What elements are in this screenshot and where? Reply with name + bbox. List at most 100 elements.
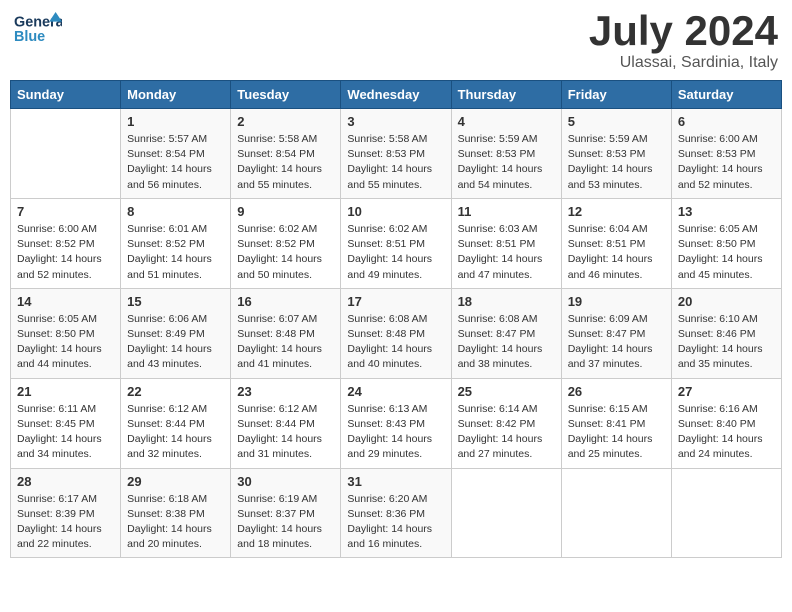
day-number: 4: [458, 114, 555, 129]
table-row: 5Sunrise: 5:59 AM Sunset: 8:53 PM Daylig…: [561, 109, 671, 199]
calendar-week-row: 7 Sunrise: 6:00 AM Sunset: 8:52 PM Daylig…: [11, 198, 782, 288]
day-detail: Sunrise: 6:05 AM Sunset: 8:50 PM Dayligh…: [678, 222, 775, 283]
day-detail: Sunrise: 6:19 AM Sunset: 8:37 PM Dayligh…: [237, 492, 334, 553]
day-number: 18: [458, 294, 555, 309]
calendar-table: Sunday Monday Tuesday Wednesday Thursday…: [10, 80, 782, 558]
day-detail: Sunrise: 6:02 AM Sunset: 8:52 PM Dayligh…: [237, 222, 334, 283]
day-number: 20: [678, 294, 775, 309]
table-row: 26 Sunrise: 6:15 AM Sunset: 8:41 PM Dayli…: [561, 378, 671, 468]
day-detail: Sunrise: 6:11 AM Sunset: 8:45 PM Dayligh…: [17, 402, 114, 463]
header-thursday: Thursday: [451, 81, 561, 109]
table-row: 25Sunrise: 6:14 AM Sunset: 8:42 PM Dayli…: [451, 378, 561, 468]
table-row: 10Sunrise: 6:02 AM Sunset: 8:51 PM Dayli…: [341, 198, 451, 288]
day-detail: Sunrise: 5:58 AM Sunset: 8:53 PM Dayligh…: [347, 132, 444, 193]
table-row: 15Sunrise: 6:06 AM Sunset: 8:49 PM Dayli…: [121, 288, 231, 378]
day-number: 9: [237, 204, 334, 219]
day-detail: Sunrise: 6:03 AM Sunset: 8:51 PM Dayligh…: [458, 222, 555, 283]
day-number: 3: [347, 114, 444, 129]
header-tuesday: Tuesday: [231, 81, 341, 109]
day-number: 2: [237, 114, 334, 129]
day-detail: Sunrise: 6:18 AM Sunset: 8:38 PM Dayligh…: [127, 492, 224, 553]
calendar-week-row: 14Sunrise: 6:05 AM Sunset: 8:50 PM Dayli…: [11, 288, 782, 378]
table-row: 16Sunrise: 6:07 AM Sunset: 8:48 PM Dayli…: [231, 288, 341, 378]
day-detail: Sunrise: 6:05 AM Sunset: 8:50 PM Dayligh…: [17, 312, 114, 373]
header-sunday: Sunday: [11, 81, 121, 109]
table-row: 8Sunrise: 6:01 AM Sunset: 8:52 PM Daylig…: [121, 198, 231, 288]
calendar-week-row: 28 Sunrise: 6:17 AM Sunset: 8:39 PM Dayli…: [11, 468, 782, 558]
day-number: 23: [237, 384, 334, 399]
title-block: July 2024 Ulassai, Sardinia, Italy: [589, 10, 778, 72]
table-row: 1 Sunrise: 5:57 AM Sunset: 8:54 PM Daylig…: [121, 109, 231, 199]
day-number: 30: [237, 474, 334, 489]
day-number: 17: [347, 294, 444, 309]
table-row: 21Sunrise: 6:11 AM Sunset: 8:45 PM Dayli…: [11, 378, 121, 468]
day-detail: Sunrise: 6:20 AM Sunset: 8:36 PM Dayligh…: [347, 492, 444, 553]
day-number: 19: [568, 294, 665, 309]
day-detail: Sunrise: 6:12 AM Sunset: 8:44 PM Dayligh…: [237, 402, 334, 463]
day-detail: Sunrise: 6:09 AM Sunset: 8:47 PM Dayligh…: [568, 312, 665, 373]
day-detail: Sunrise: 6:16 AM Sunset: 8:40 PM Dayligh…: [678, 402, 775, 463]
day-detail: Sunrise: 6:12 AM Sunset: 8:44 PM Dayligh…: [127, 402, 224, 463]
day-detail: Sunrise: 6:08 AM Sunset: 8:48 PM Dayligh…: [347, 312, 444, 373]
table-row: 12 Sunrise: 6:04 AM Sunset: 8:51 PM Dayli…: [561, 198, 671, 288]
day-number: 28: [17, 474, 114, 489]
table-row: 11 Sunrise: 6:03 AM Sunset: 8:51 PM Dayli…: [451, 198, 561, 288]
calendar-week-row: 1 Sunrise: 5:57 AM Sunset: 8:54 PM Daylig…: [11, 109, 782, 199]
table-row: [451, 468, 561, 558]
day-number: 1: [127, 114, 224, 129]
table-row: 4 Sunrise: 5:59 AM Sunset: 8:53 PM Daylig…: [451, 109, 561, 199]
table-row: 28 Sunrise: 6:17 AM Sunset: 8:39 PM Dayli…: [11, 468, 121, 558]
table-row: 9 Sunrise: 6:02 AM Sunset: 8:52 PM Daylig…: [231, 198, 341, 288]
day-detail: Sunrise: 6:06 AM Sunset: 8:49 PM Dayligh…: [127, 312, 224, 373]
day-detail: Sunrise: 6:07 AM Sunset: 8:48 PM Dayligh…: [237, 312, 334, 373]
day-number: 11: [458, 204, 555, 219]
day-detail: Sunrise: 6:15 AM Sunset: 8:41 PM Dayligh…: [568, 402, 665, 463]
table-row: [11, 109, 121, 199]
day-detail: Sunrise: 6:00 AM Sunset: 8:53 PM Dayligh…: [678, 132, 775, 193]
table-row: 7 Sunrise: 6:00 AM Sunset: 8:52 PM Daylig…: [11, 198, 121, 288]
calendar-week-row: 21Sunrise: 6:11 AM Sunset: 8:45 PM Dayli…: [11, 378, 782, 468]
table-row: [561, 468, 671, 558]
day-number: 6: [678, 114, 775, 129]
day-number: 13: [678, 204, 775, 219]
table-row: 22 Sunrise: 6:12 AM Sunset: 8:44 PM Dayli…: [121, 378, 231, 468]
day-detail: Sunrise: 6:00 AM Sunset: 8:52 PM Dayligh…: [17, 222, 114, 283]
day-number: 5: [568, 114, 665, 129]
table-row: 20 Sunrise: 6:10 AM Sunset: 8:46 PM Dayli…: [671, 288, 781, 378]
day-number: 7: [17, 204, 114, 219]
day-detail: Sunrise: 5:57 AM Sunset: 8:54 PM Dayligh…: [127, 132, 224, 193]
logo: General Blue: [14, 10, 62, 46]
day-detail: Sunrise: 6:10 AM Sunset: 8:46 PM Dayligh…: [678, 312, 775, 373]
day-number: 26: [568, 384, 665, 399]
day-detail: Sunrise: 5:58 AM Sunset: 8:54 PM Dayligh…: [237, 132, 334, 193]
page-header: General Blue July 2024 Ulassai, Sardinia…: [10, 10, 782, 72]
day-number: 31: [347, 474, 444, 489]
day-detail: Sunrise: 5:59 AM Sunset: 8:53 PM Dayligh…: [458, 132, 555, 193]
table-row: 6 Sunrise: 6:00 AM Sunset: 8:53 PM Daylig…: [671, 109, 781, 199]
table-row: 29 Sunrise: 6:18 AM Sunset: 8:38 PM Dayli…: [121, 468, 231, 558]
day-number: 12: [568, 204, 665, 219]
table-row: 24 Sunrise: 6:13 AM Sunset: 8:43 PM Dayli…: [341, 378, 451, 468]
day-detail: Sunrise: 6:02 AM Sunset: 8:51 PM Dayligh…: [347, 222, 444, 283]
day-number: 25: [458, 384, 555, 399]
day-number: 24: [347, 384, 444, 399]
table-row: 17 Sunrise: 6:08 AM Sunset: 8:48 PM Dayli…: [341, 288, 451, 378]
day-detail: Sunrise: 6:13 AM Sunset: 8:43 PM Dayligh…: [347, 402, 444, 463]
table-row: 13 Sunrise: 6:05 AM Sunset: 8:50 PM Dayli…: [671, 198, 781, 288]
calendar-subtitle: Ulassai, Sardinia, Italy: [589, 54, 778, 72]
header-saturday: Saturday: [671, 81, 781, 109]
day-detail: Sunrise: 6:04 AM Sunset: 8:51 PM Dayligh…: [568, 222, 665, 283]
svg-text:Blue: Blue: [14, 29, 45, 45]
day-number: 22: [127, 384, 224, 399]
calendar-header-row: Sunday Monday Tuesday Wednesday Thursday…: [11, 81, 782, 109]
header-wednesday: Wednesday: [341, 81, 451, 109]
table-row: 14Sunrise: 6:05 AM Sunset: 8:50 PM Dayli…: [11, 288, 121, 378]
table-row: 31 Sunrise: 6:20 AM Sunset: 8:36 PM Dayli…: [341, 468, 451, 558]
logo-icon: General Blue: [14, 10, 62, 46]
header-monday: Monday: [121, 81, 231, 109]
day-number: 29: [127, 474, 224, 489]
table-row: 3 Sunrise: 5:58 AM Sunset: 8:53 PM Daylig…: [341, 109, 451, 199]
day-detail: Sunrise: 6:17 AM Sunset: 8:39 PM Dayligh…: [17, 492, 114, 553]
day-number: 27: [678, 384, 775, 399]
header-friday: Friday: [561, 81, 671, 109]
